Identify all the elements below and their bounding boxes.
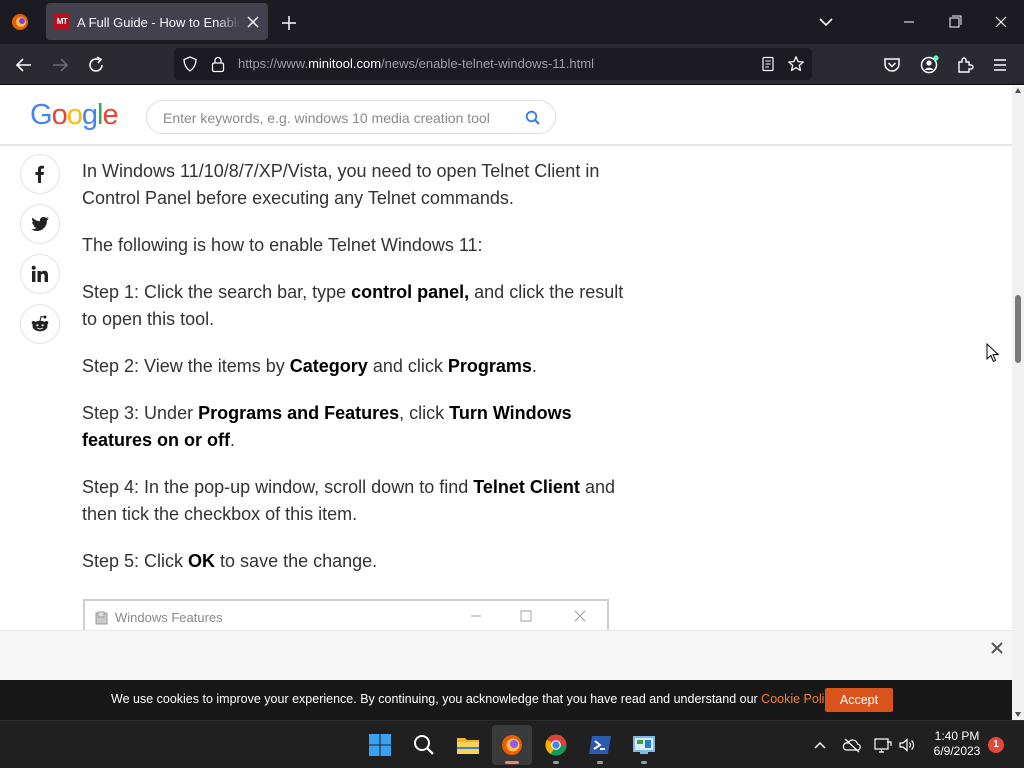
windows-features-icon [95, 611, 109, 625]
active-tab[interactable]: MT A Full Guide - How to Enable or Disab… [46, 3, 268, 40]
url-text[interactable]: https://www.minitool.com/news/enable-tel… [238, 56, 594, 72]
tab-title: A Full Guide - How to Enable or Disable … [77, 15, 241, 30]
firefox-icon [502, 735, 522, 755]
taskbar-file-explorer[interactable] [448, 725, 488, 765]
cookie-message: We use cookies to improve your experienc… [111, 692, 839, 706]
scroll-down-icon[interactable] [1015, 712, 1021, 717]
clock-time: 1:40 PM [934, 729, 980, 743]
running-indicator [553, 761, 559, 764]
search-icon [414, 735, 434, 755]
running-indicator [597, 761, 603, 764]
system-clock[interactable]: 1:40 PM 6/9/2023 [924, 729, 990, 759]
control-panel-icon [633, 736, 655, 754]
clock-date: 6/9/2023 [933, 744, 981, 758]
dialog-close-icon [573, 609, 587, 623]
search-icon[interactable] [524, 109, 542, 127]
minimize-window-icon[interactable] [898, 12, 920, 32]
accept-cookies-button[interactable]: Accept [825, 688, 893, 712]
close-ad-icon[interactable] [990, 641, 1004, 655]
reload-icon[interactable] [84, 53, 108, 77]
ad-banner [0, 630, 1012, 680]
page-viewport: Google In Windows 11/10/8/7/XP/Vista, yo… [0, 86, 1012, 680]
bookmark-star-icon[interactable] [787, 55, 805, 73]
browser-nav-bar: https://www.minitool.com/news/enable-tel… [0, 44, 1024, 85]
account-icon[interactable] [917, 53, 941, 77]
dialog-title: Windows Features [115, 610, 223, 625]
volume-icon[interactable] [897, 735, 917, 755]
address-bar[interactable]: https://www.minitool.com/news/enable-tel… [174, 48, 812, 80]
step-4: Step 4: In the pop-up window, scroll dow… [82, 477, 615, 524]
list-all-tabs-icon[interactable] [816, 14, 836, 30]
step-3: Step 3: Under Programs and Features, cli… [82, 403, 572, 450]
share-linkedin-button[interactable] [20, 254, 60, 294]
onedrive-icon[interactable] [842, 735, 862, 755]
browser-tab-bar: MT A Full Guide - How to Enable or Disab… [0, 0, 1024, 44]
step-1: Step 1: Click the search bar, type contr… [82, 282, 624, 329]
windows-taskbar: 1:40 PM 6/9/2023 1 [0, 720, 1024, 768]
site-search-input[interactable] [163, 108, 503, 128]
dialog-maximize-icon [519, 609, 533, 623]
site-header: Google [0, 86, 1012, 146]
tracking-protection-shield-icon[interactable] [182, 56, 198, 72]
chrome-icon [545, 734, 567, 756]
mouse-pointer-icon [986, 342, 1000, 363]
network-icon[interactable] [873, 735, 893, 755]
twitter-icon [31, 216, 49, 231]
taskbar-firefox[interactable] [492, 725, 532, 765]
step-2: Step 2: View the items by Category and c… [82, 356, 537, 376]
lead-paragraph: The following is how to enable Telnet Wi… [82, 235, 483, 255]
cookie-consent-bar: We use cookies to improve your experienc… [0, 680, 1012, 720]
scrollbar-thumb[interactable] [1015, 295, 1021, 363]
step-5: Step 5: Click OK to save the change. [82, 551, 378, 571]
pocket-icon[interactable] [880, 53, 904, 77]
url-domain: minitool.com [308, 56, 382, 71]
powershell-icon [589, 736, 611, 754]
file-explorer-icon [457, 738, 479, 754]
forward-icon[interactable] [48, 53, 72, 77]
close-tab-icon[interactable] [245, 14, 261, 30]
lock-icon[interactable] [210, 55, 226, 73]
google-logo[interactable]: Google [30, 98, 119, 132]
article-body: In Windows 11/10/8/7/XP/Vista, you need … [82, 158, 642, 595]
taskbar-search-button[interactable] [404, 725, 444, 765]
show-hidden-icons-chevron-icon[interactable] [810, 735, 830, 755]
back-icon[interactable] [12, 53, 36, 77]
running-indicator [641, 761, 647, 764]
extensions-icon[interactable] [953, 53, 977, 77]
share-twitter-button[interactable] [20, 204, 60, 244]
reddit-icon [31, 315, 49, 332]
restore-window-icon[interactable] [944, 12, 966, 32]
page-scrollbar[interactable] [1012, 86, 1024, 720]
linkedin-icon [31, 265, 48, 282]
start-icon [369, 734, 391, 756]
minitool-favicon-icon: MT [54, 14, 70, 30]
facebook-icon [35, 165, 44, 183]
taskbar-control-panel[interactable] [624, 725, 664, 765]
reader-view-icon[interactable] [760, 56, 776, 72]
firefox-view-icon[interactable] [10, 12, 30, 32]
intro-paragraph: In Windows 11/10/8/7/XP/Vista, you need … [82, 161, 600, 208]
taskbar-chrome[interactable] [536, 725, 576, 765]
hamburger-menu-icon[interactable] [988, 53, 1012, 77]
new-tab-icon[interactable] [278, 12, 300, 34]
dialog-minimize-icon [469, 609, 483, 623]
start-button[interactable] [360, 725, 400, 765]
scroll-up-icon[interactable] [1015, 88, 1021, 93]
active-indicator [505, 761, 519, 764]
notification-badge[interactable]: 1 [988, 737, 1004, 753]
share-facebook-button[interactable] [20, 154, 60, 194]
site-search-box [146, 100, 556, 134]
share-reddit-button[interactable] [20, 304, 60, 344]
taskbar-powershell[interactable] [580, 725, 620, 765]
close-window-icon[interactable] [990, 12, 1012, 32]
